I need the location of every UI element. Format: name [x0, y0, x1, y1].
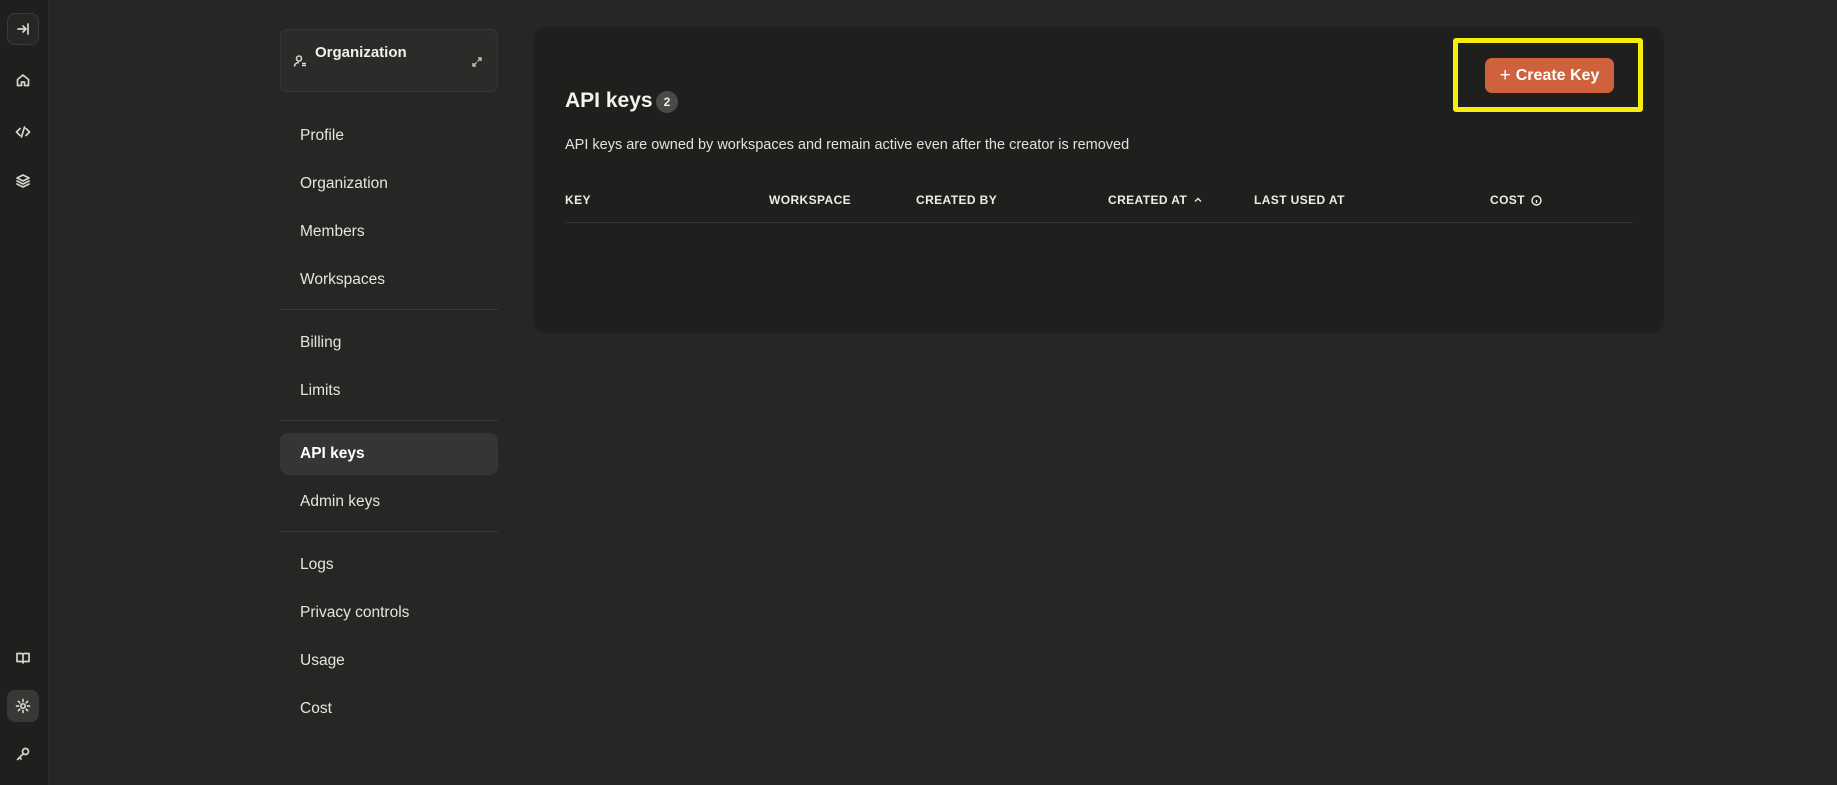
organization-switcher[interactable]: Organization	[280, 29, 498, 92]
home-icon	[16, 74, 30, 87]
nav-divider	[280, 309, 498, 310]
settings-icon	[15, 698, 31, 714]
layers-icon	[16, 174, 30, 188]
key-count-badge: 2	[656, 91, 678, 113]
code-button[interactable]	[7, 116, 39, 148]
nav-item-organization[interactable]: Organization	[280, 163, 498, 205]
docs-button[interactable]	[7, 642, 39, 674]
info-icon[interactable]	[1531, 194, 1542, 206]
nav-item-billing[interactable]: Billing	[280, 322, 498, 364]
settings-button[interactable]	[7, 690, 39, 722]
plus-icon: +	[1499, 65, 1511, 86]
nav-item-limits[interactable]: Limits	[280, 370, 498, 412]
nav-group-monitoring: Logs Privacy controls Usage Cost	[280, 544, 498, 730]
create-key-label: Create Key	[1515, 66, 1600, 84]
nav-group-keys: API keys Admin keys	[280, 433, 498, 523]
collapse-sidebar-icon	[17, 23, 29, 35]
nav-divider	[280, 420, 498, 421]
column-header-last-used-at[interactable]: LAST USED AT	[1254, 193, 1345, 207]
api-keys-panel: API keys 2 API keys are owned by workspa…	[534, 27, 1664, 333]
organization-name: Organization	[315, 44, 407, 61]
nav-item-api-keys[interactable]: API keys	[280, 433, 498, 475]
icon-rail	[0, 0, 49, 785]
organization-icon	[293, 54, 307, 68]
page-description: API keys are owned by workspaces and rem…	[565, 137, 1130, 153]
book-icon	[16, 652, 30, 664]
nav-item-admin-keys[interactable]: Admin keys	[280, 481, 498, 523]
nav-group-billing: Billing Limits	[280, 322, 498, 412]
layers-button[interactable]	[7, 165, 39, 197]
nav-item-privacy-controls[interactable]: Privacy controls	[280, 592, 498, 634]
column-header-created-at[interactable]: CREATED AT	[1108, 193, 1203, 207]
nav-divider	[280, 531, 498, 532]
column-header-workspace[interactable]: WORKSPACE	[769, 193, 851, 207]
collapse-sidebar-button[interactable]	[7, 13, 39, 45]
column-header-cost[interactable]: COST	[1490, 193, 1542, 207]
nav-item-logs[interactable]: Logs	[280, 544, 498, 586]
key-icon	[16, 747, 30, 761]
nav-group-account: Profile Organization Members Workspaces	[280, 115, 498, 301]
column-header-created-by[interactable]: CREATED BY	[916, 193, 997, 207]
sort-ascending-icon	[1194, 197, 1202, 202]
expand-icon	[471, 55, 483, 67]
code-icon	[15, 126, 31, 138]
nav-item-profile[interactable]: Profile	[280, 115, 498, 157]
nav-item-workspaces[interactable]: Workspaces	[280, 259, 498, 301]
create-key-button[interactable]: + Create Key	[1485, 58, 1614, 93]
table-header: KEY WORKSPACE CREATED BY CREATED AT LAST…	[565, 185, 1633, 223]
page-title: API keys	[565, 89, 653, 112]
nav-item-members[interactable]: Members	[280, 211, 498, 253]
settings-nav: Organization Profile Organization Member…	[280, 29, 498, 736]
api-key-button[interactable]	[7, 738, 39, 770]
home-button[interactable]	[7, 64, 39, 96]
nav-item-cost[interactable]: Cost	[280, 688, 498, 730]
column-header-key[interactable]: KEY	[565, 193, 591, 207]
nav-item-usage[interactable]: Usage	[280, 640, 498, 682]
